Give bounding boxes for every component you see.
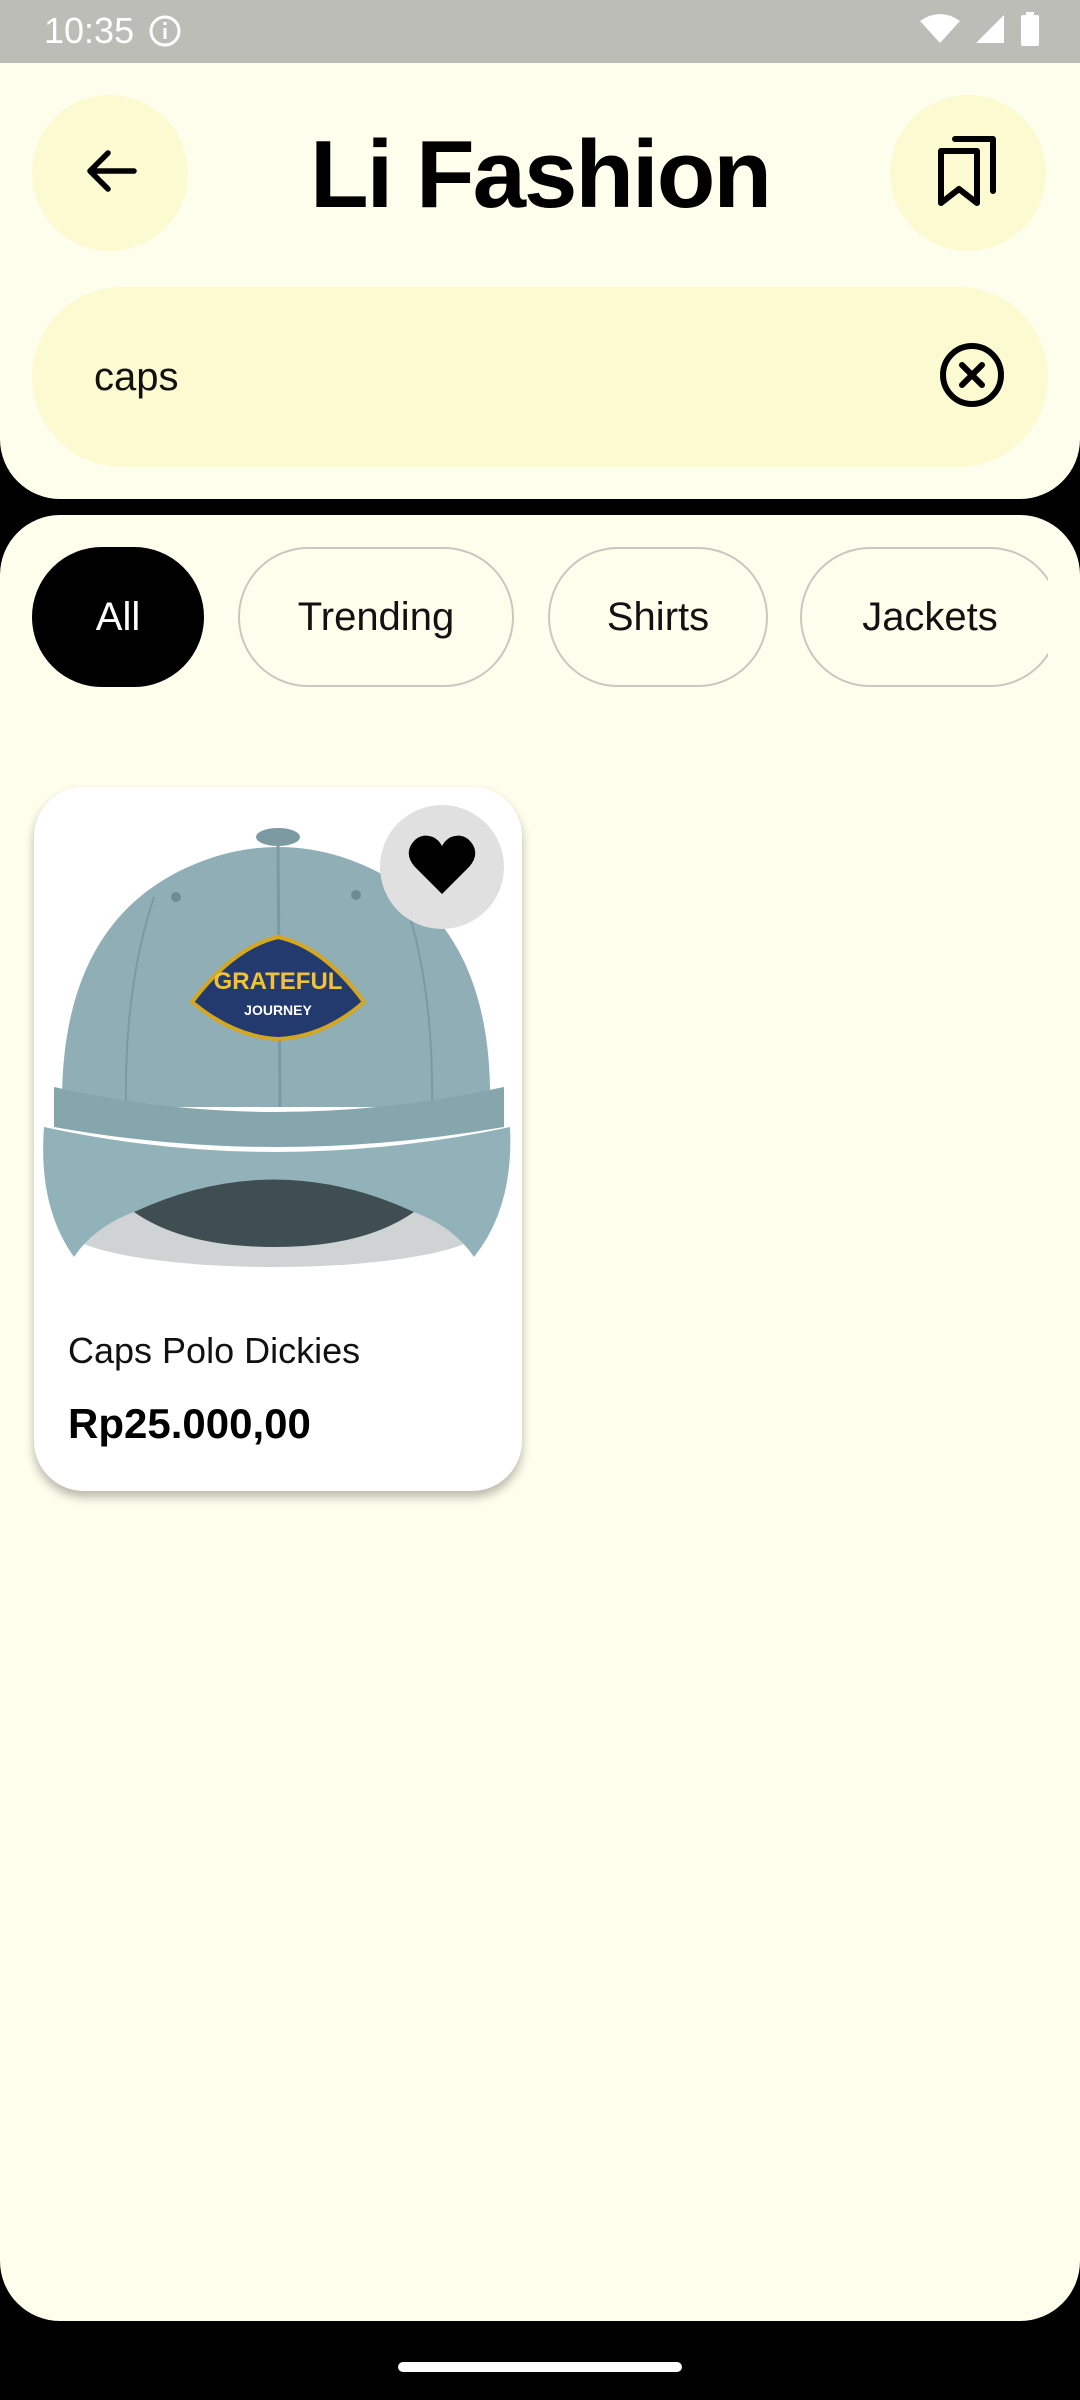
page-title: Li Fashion — [310, 121, 772, 228]
saved-items-button[interactable] — [890, 95, 1046, 251]
chip-trending[interactable]: Trending — [238, 547, 514, 687]
chip-label: Jackets — [862, 594, 998, 639]
wifi-icon — [920, 13, 960, 50]
product-card[interactable]: GRATEFUL JOURNEY Caps Polo Dickies Rp25.… — [34, 787, 522, 1491]
status-time: 10:35 — [44, 10, 135, 51]
chip-shirts[interactable]: Shirts — [548, 547, 768, 687]
bookmarks-icon — [935, 133, 1001, 214]
top-panel: Li Fashion — [0, 63, 1080, 499]
chip-label: All — [95, 594, 141, 639]
status-bar: 10:35 — [0, 0, 1080, 63]
filter-chips: All Trending Shirts Jackets — [32, 547, 1048, 691]
info-icon — [148, 14, 182, 48]
chip-all[interactable]: All — [32, 547, 204, 687]
cap-logo-bottom: JOURNEY — [244, 1002, 312, 1018]
clear-search-button[interactable] — [932, 337, 1012, 417]
close-circle-icon — [938, 341, 1006, 414]
content-panel: All Trending Shirts Jackets GRATEFUL JOU… — [0, 515, 1080, 2321]
signal-icon — [974, 13, 1006, 50]
status-icons — [920, 11, 1040, 51]
product-price: Rp25.000,00 — [68, 1400, 311, 1447]
favorite-button[interactable] — [380, 805, 504, 929]
battery-icon — [1020, 11, 1040, 51]
chip-label: Shirts — [606, 594, 710, 639]
arrow-left-icon — [80, 141, 140, 206]
home-indicator[interactable] — [398, 2362, 682, 2372]
heart-icon — [407, 834, 477, 901]
search-input[interactable] — [94, 347, 894, 407]
cap-logo-top: GRATEFUL — [214, 968, 343, 995]
product-name: Caps Polo Dickies — [68, 1330, 361, 1371]
chip-label: Trending — [297, 594, 455, 639]
chip-jackets[interactable]: Jackets — [800, 547, 1048, 687]
back-button[interactable] — [32, 95, 188, 251]
search-bar — [32, 287, 1048, 467]
